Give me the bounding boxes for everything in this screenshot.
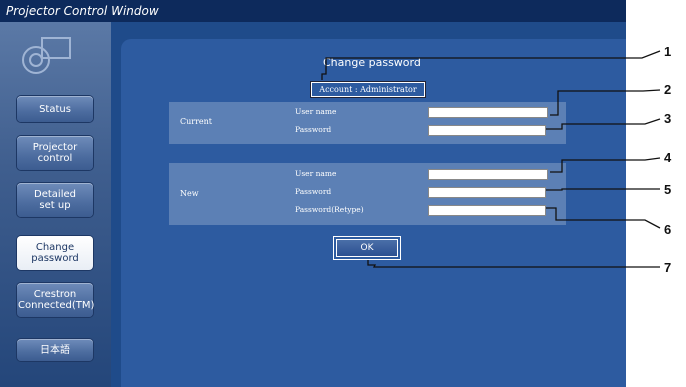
callout-5: 5 [664, 182, 672, 197]
callout-lines [321, 50, 661, 268]
callout-1: 1 [664, 44, 672, 59]
callout-4: 4 [664, 150, 672, 165]
callout-6: 6 [664, 222, 672, 237]
callout-3: 3 [664, 111, 672, 126]
callout-7: 7 [664, 260, 672, 275]
callout-2: 2 [664, 82, 672, 97]
